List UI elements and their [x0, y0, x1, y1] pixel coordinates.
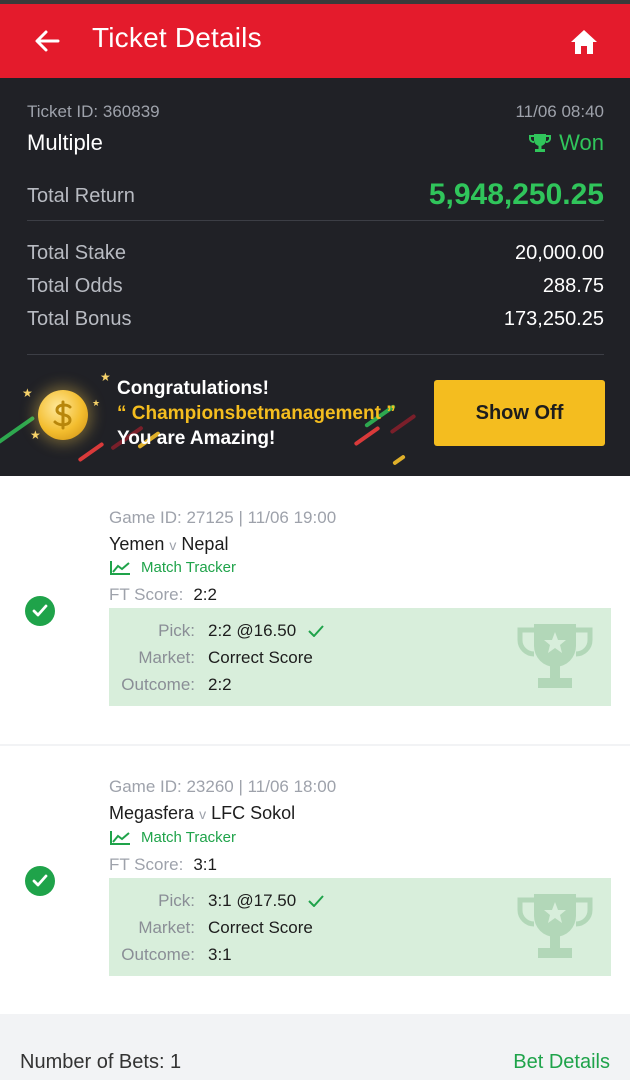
sparkle-icon: ★: [100, 370, 111, 384]
total-odds-value: 288.75: [542, 275, 604, 297]
outcome-value: 3:1: [208, 945, 232, 964]
checkmark-icon: [308, 625, 324, 637]
ft-score-label: FT Score:: [109, 855, 184, 874]
home-icon: [571, 30, 597, 54]
divider: [27, 220, 604, 221]
sparkle-icon: ★: [30, 428, 41, 442]
game-id: Game ID: 27125 | 11/06 19:00: [109, 508, 337, 527]
bet-card: Game ID: 27125 | 11/06 19:00 Yemen v Nep…: [0, 476, 630, 744]
total-bonus-value: 173,250.25: [503, 308, 604, 330]
outcome-label: Outcome:: [121, 945, 195, 964]
away-team: LFC Sokol: [211, 803, 296, 823]
show-off-button[interactable]: Show Off: [434, 380, 605, 446]
home-team: Megasfera: [109, 803, 195, 823]
ft-score-value: 2:2: [193, 585, 217, 604]
versus: v: [169, 537, 177, 553]
status-text: Won: [559, 130, 604, 155]
total-bonus-label: Total Bonus: [27, 308, 132, 330]
divider: [27, 354, 604, 355]
congratulations-message: Congratulations! “ Championsbetmanagemen…: [117, 376, 396, 451]
page-title: Ticket Details: [92, 22, 262, 53]
bet-card: Game ID: 23260 | 11/06 18:00 Megasfera v…: [0, 746, 630, 1014]
checkmark-icon: [308, 895, 324, 907]
match-tracker-label: Match Tracker: [141, 559, 237, 576]
username-line: “ Championsbetmanagement ”: [117, 403, 396, 424]
market-label: Market:: [138, 918, 195, 937]
arrow-left-icon: [35, 30, 60, 52]
sparkle-icon: ★: [92, 398, 101, 408]
ft-score: FT Score: 3:1: [109, 855, 217, 875]
trophy-watermark-icon: [517, 624, 593, 688]
dollar-sign-icon: [53, 400, 72, 430]
confetti-streak: [77, 441, 105, 463]
total-stake-label: Total Stake: [27, 242, 126, 264]
bet-details-link[interactable]: Bet Details: [513, 1051, 610, 1074]
ft-score: FT Score: 2:2: [109, 585, 217, 605]
match-teams: Yemen v Nepal: [109, 534, 228, 555]
pick-text: 3:1 @17.50: [208, 891, 297, 910]
congrats-line: Congratulations!: [117, 378, 269, 399]
ft-score-value: 3:1: [193, 855, 217, 874]
trophy-icon: [529, 134, 552, 152]
home-button[interactable]: [566, 24, 602, 60]
amazing-line: You are Amazing!: [117, 428, 276, 449]
ticket-summary: Ticket ID: 360839 11/06 08:40 Multiple W…: [0, 78, 630, 476]
sparkle-icon: ★: [22, 386, 33, 400]
ft-score-label: FT Score:: [109, 585, 184, 604]
match-teams: Megasfera v LFC Sokol: [109, 803, 295, 824]
app-header: Ticket Details: [0, 4, 630, 78]
match-tracker-link[interactable]: Match Tracker: [109, 829, 236, 846]
total-return-value: 5,948,250.25: [428, 178, 604, 211]
away-team: Nepal: [181, 534, 229, 554]
pick-label: Pick:: [158, 621, 195, 640]
match-tracker-link[interactable]: Match Tracker: [109, 559, 236, 576]
total-odds-label: Total Odds: [27, 275, 123, 297]
coin-icon: [38, 390, 88, 440]
trophy-watermark-icon: [517, 894, 593, 958]
chart-line-icon: [110, 560, 130, 575]
market-value: Correct Score: [208, 648, 313, 667]
pick-label: Pick:: [158, 891, 195, 910]
market-value: Correct Score: [208, 918, 313, 937]
versus: v: [199, 806, 207, 822]
check-circle-icon: [25, 596, 55, 626]
total-stake-value: 20,000.00: [515, 242, 604, 264]
total-return-label: Total Return: [27, 185, 135, 207]
ticket-footer: Number of Bets: 1 Bet Details: [0, 1018, 630, 1080]
bet-type: Multiple: [27, 130, 103, 155]
ticket-id: Ticket ID: 360839: [27, 102, 160, 121]
chart-line-icon: [110, 830, 130, 845]
ticket-datetime: 11/06 08:40: [515, 102, 604, 121]
pick-details-box: Pick: 2:2 @16.50 Market: Correct Score O…: [109, 608, 611, 706]
congratulations-banner: ★ ★ ★ ★ Congratulations! “ Championsbetm…: [0, 358, 630, 476]
pick-text: 2:2 @16.50: [208, 621, 297, 640]
back-button[interactable]: [30, 24, 64, 58]
pick-details-box: Pick: 3:1 @17.50 Market: Correct Score O…: [109, 878, 611, 976]
pick-value: 3:1 @17.50: [208, 891, 324, 911]
home-team: Yemen: [109, 534, 165, 554]
status-badge: Won: [529, 130, 604, 156]
match-tracker-label: Match Tracker: [141, 829, 237, 846]
outcome-label: Outcome:: [121, 675, 195, 694]
check-circle-icon: [25, 866, 55, 896]
game-id: Game ID: 23260 | 11/06 18:00: [109, 777, 337, 796]
confetti-streak: [392, 454, 406, 466]
outcome-value: 2:2: [208, 675, 232, 694]
number-of-bets: Number of Bets: 1: [20, 1051, 182, 1073]
pick-value: 2:2 @16.50: [208, 621, 324, 641]
market-label: Market:: [138, 648, 195, 667]
